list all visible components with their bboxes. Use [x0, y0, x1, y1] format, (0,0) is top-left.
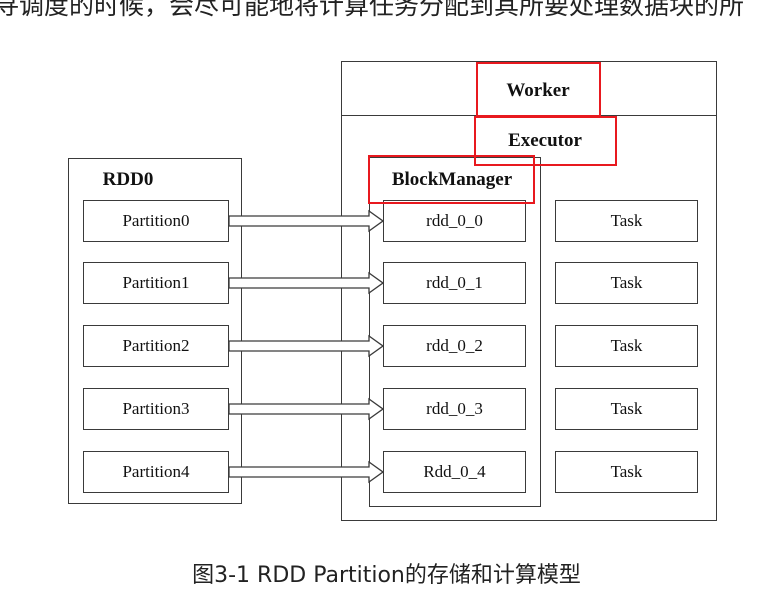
- figure-caption: 图3-1 RDD Partition的存储和计算模型: [192, 563, 581, 588]
- hollow-arrow: [228, 397, 385, 421]
- partition-arrows: [228, 209, 385, 484]
- hollow-arrow: [228, 334, 385, 358]
- hollow-arrow: [228, 460, 385, 484]
- hollow-arrow: [228, 209, 385, 233]
- block-manager-highlight: [368, 155, 535, 204]
- hollow-arrow: [228, 271, 385, 295]
- worker-highlight: [476, 62, 601, 117]
